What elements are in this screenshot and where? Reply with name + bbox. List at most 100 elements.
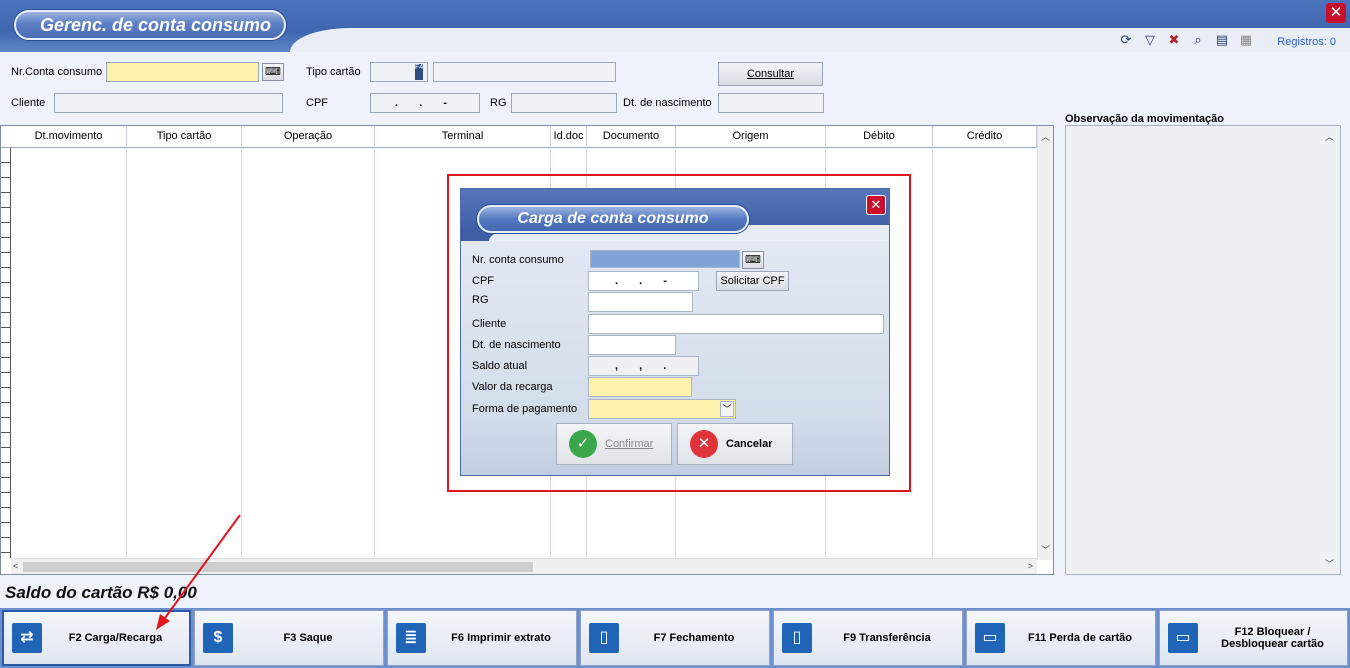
check-icon: ✓ xyxy=(569,430,597,458)
rg-input[interactable] xyxy=(511,93,617,113)
bloquear-cartao-label: F12 Bloquear / Desbloquear cartão xyxy=(1221,626,1324,650)
obs-textarea[interactable]: ︿ ﹀ xyxy=(1065,125,1341,575)
scroll-up-icon[interactable]: ︿ xyxy=(1041,130,1050,143)
search-icon[interactable]: ⌕ xyxy=(1190,32,1206,48)
dialog-header: Carga de conta consumo ✕ xyxy=(461,189,889,241)
keyboard-icon[interactable]: ⌨ xyxy=(262,63,284,81)
records-count: Registros: 0 xyxy=(1277,36,1336,48)
dlg-dt-nasc-label: Dt. de nascimento xyxy=(472,339,561,351)
grid-line xyxy=(126,148,127,558)
obs-scroll-down-icon[interactable]: ﹀ xyxy=(1325,557,1334,570)
title-bar: Gerenc. de conta consumo ✕ ⟳ ▽ ✖ ⌕ ▤ ▦ R… xyxy=(0,0,1350,52)
cliente-input[interactable] xyxy=(54,93,283,113)
transfer-icon: ▯ xyxy=(782,623,812,653)
confirmar-label: Confirmar xyxy=(605,438,654,450)
confirmar-button[interactable]: ✓ Confirmar xyxy=(556,423,672,465)
dlg-dt-nasc-input[interactable] xyxy=(588,335,676,355)
consultar-button[interactable]: Consultar xyxy=(718,62,823,86)
grid-line xyxy=(932,148,933,558)
dlg-cliente-label: Cliente xyxy=(472,318,507,330)
perda-cartao-label: F11 Perda de cartão xyxy=(1028,632,1132,644)
grid-line xyxy=(374,148,375,558)
col-operacao[interactable]: Operação xyxy=(242,126,375,148)
col-documento[interactable]: Documento xyxy=(587,126,676,148)
dlg-cpf-input[interactable]: . . - xyxy=(588,271,699,291)
cliente-label: Cliente xyxy=(11,97,46,109)
col-debito[interactable]: Débito xyxy=(826,126,933,148)
grid-line xyxy=(241,148,242,558)
chevron-down-icon[interactable]: ﹀ xyxy=(720,401,734,417)
statement-icon: ≣ xyxy=(396,623,426,653)
annotation-arrow xyxy=(156,514,241,630)
imprimir-extrato-label: F6 Imprimir extrato xyxy=(451,632,551,644)
vertical-scrollbar[interactable]: ︿ ﹀ xyxy=(1037,126,1053,560)
tipo-cartao-input[interactable]: F4 xyxy=(370,62,428,82)
card-block-icon: ▭ xyxy=(1168,623,1198,653)
bloquear-cartao-button[interactable]: ▭ F12 Bloquear / Desbloquear cartão xyxy=(1159,610,1348,666)
refresh-icon[interactable]: ⟳ xyxy=(1118,32,1134,48)
col-id-doc[interactable]: Id.doc xyxy=(551,126,587,148)
dt-nasc-input[interactable] xyxy=(718,93,824,113)
export-icon[interactable]: ▦ xyxy=(1238,32,1254,48)
col-terminal[interactable]: Terminal xyxy=(375,126,551,148)
transferencia-button[interactable]: ▯ F9 Transferência xyxy=(773,610,963,666)
dlg-cpf-mask: . . - xyxy=(615,275,667,287)
card-lost-icon: ▭ xyxy=(975,623,1005,653)
dlg-saldo-label: Saldo atual xyxy=(472,360,528,372)
dlg-valor-label: Valor da recarga xyxy=(472,381,553,393)
carga-dialog: Carga de conta consumo ✕ Nr. conta consu… xyxy=(460,188,890,476)
transferencia-label: F9 Transferência xyxy=(843,632,931,644)
clear-filter-icon[interactable]: ✖ xyxy=(1166,32,1182,48)
dt-nasc-label: Dt. de nascimento xyxy=(623,97,712,109)
dialog-title: Carga de conta consumo xyxy=(477,205,749,233)
scroll-thumb[interactable] xyxy=(23,562,533,572)
print-icon[interactable]: ▤ xyxy=(1214,32,1230,48)
col-dt-movimento[interactable]: Dt.movimento xyxy=(11,126,127,148)
tipo-cartao-label: Tipo cartão xyxy=(306,66,361,78)
scroll-right-icon[interactable]: > xyxy=(1028,561,1033,571)
toolbar: ⟳ ▽ ✖ ⌕ ▤ ▦ xyxy=(1118,32,1254,48)
cpf-input[interactable]: . . - xyxy=(370,93,480,113)
rg-label: RG xyxy=(490,97,507,109)
dlg-saldo-mask: , , . xyxy=(615,360,667,372)
dlg-nr-conta-label: Nr. conta consumo xyxy=(472,254,564,266)
close-icon[interactable]: ✕ xyxy=(1326,3,1346,23)
cpf-label: CPF xyxy=(306,97,328,109)
saque-label: F3 Saque xyxy=(283,632,333,644)
obs-label: Observação da movimentação xyxy=(1065,113,1224,125)
dlg-cpf-label: CPF xyxy=(472,275,494,287)
window-title: Gerenc. de conta consumo xyxy=(14,10,286,40)
obs-scroll-up-icon[interactable]: ︿ xyxy=(1325,130,1334,143)
row-indicator xyxy=(1,148,11,558)
tipo-cartao-lookup[interactable]: F4 xyxy=(415,64,423,80)
imprimir-extrato-button[interactable]: ≣ F6 Imprimir extrato xyxy=(387,610,577,666)
dlg-rg-input[interactable] xyxy=(588,292,693,312)
recharge-icon: ⇄ xyxy=(12,623,42,653)
dlg-nr-conta-input[interactable] xyxy=(590,250,740,268)
fechamento-button[interactable]: ▯ F7 Fechamento xyxy=(580,610,770,666)
nr-conta-label: Nr.Conta consumo xyxy=(11,66,103,78)
cancelar-label: Cancelar xyxy=(726,438,773,450)
filter-icon[interactable]: ▽ xyxy=(1142,32,1158,48)
cpf-mask: . . - xyxy=(395,97,447,109)
dialog-close-icon[interactable]: ✕ xyxy=(866,195,886,215)
grid-header: Dt.movimento Tipo cartão Operação Termin… xyxy=(1,126,1037,148)
dlg-cliente-input[interactable] xyxy=(588,314,884,334)
dlg-saldo-input: , , . xyxy=(588,356,699,376)
perda-cartao-button[interactable]: ▭ F11 Perda de cartão xyxy=(966,610,1156,666)
closing-icon: ▯ xyxy=(589,623,619,653)
dlg-rg-label: RG xyxy=(472,294,489,306)
cancel-icon: ✕ xyxy=(690,430,718,458)
cancelar-button[interactable]: ✕ Cancelar xyxy=(677,423,793,465)
dlg-keyboard-icon[interactable]: ⌨ xyxy=(742,251,764,269)
scroll-down-icon[interactable]: ﹀ xyxy=(1041,543,1050,556)
solicitar-cpf-button[interactable]: Solicitar CPF xyxy=(716,271,789,291)
dlg-valor-input[interactable] xyxy=(588,377,692,397)
fechamento-label: F7 Fechamento xyxy=(653,632,735,644)
col-credito[interactable]: Crédito xyxy=(933,126,1037,148)
col-tipo-cartao[interactable]: Tipo cartão xyxy=(127,126,242,148)
scroll-left-icon[interactable]: < xyxy=(13,561,18,571)
dlg-forma-select[interactable]: ﹀ xyxy=(588,399,736,419)
nr-conta-input[interactable] xyxy=(106,62,259,82)
col-origem[interactable]: Origem xyxy=(676,126,826,148)
